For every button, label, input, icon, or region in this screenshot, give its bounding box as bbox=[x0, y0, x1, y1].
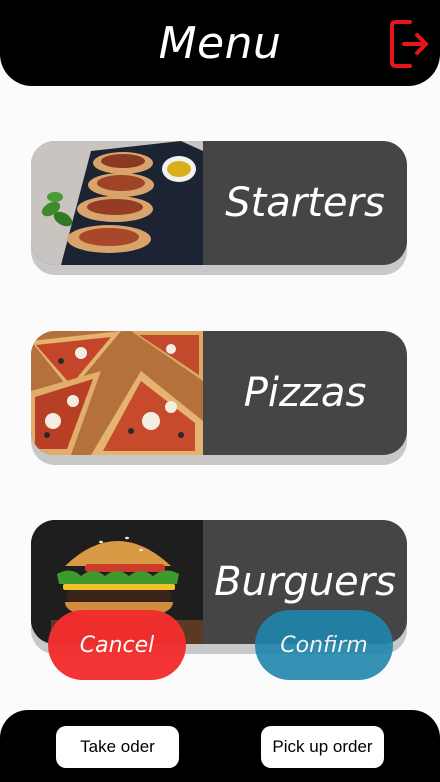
take-order-button[interactable]: Take oder bbox=[56, 726, 179, 768]
category-card-pizzas[interactable]: Pizzas bbox=[31, 331, 407, 465]
card-body[interactable]: Pizzas bbox=[31, 331, 407, 455]
category-label: Starters bbox=[225, 180, 385, 226]
bruschetta-photo bbox=[31, 141, 203, 265]
logout-button[interactable] bbox=[388, 18, 432, 70]
category-card-starters[interactable]: Starters bbox=[31, 141, 407, 275]
pizza-photo bbox=[31, 331, 203, 455]
cancel-button[interactable]: Cancel bbox=[48, 610, 186, 680]
page-title: Menu bbox=[158, 18, 282, 69]
footer-bar: Take oder Pick up order bbox=[0, 710, 440, 782]
category-label: Pizzas bbox=[243, 370, 367, 416]
card-body[interactable]: Starters bbox=[31, 141, 407, 265]
header-bar: Menu bbox=[0, 0, 440, 86]
confirm-button[interactable]: Confirm bbox=[255, 610, 393, 680]
pick-up-order-button[interactable]: Pick up order bbox=[261, 726, 384, 768]
logout-icon bbox=[390, 20, 428, 68]
